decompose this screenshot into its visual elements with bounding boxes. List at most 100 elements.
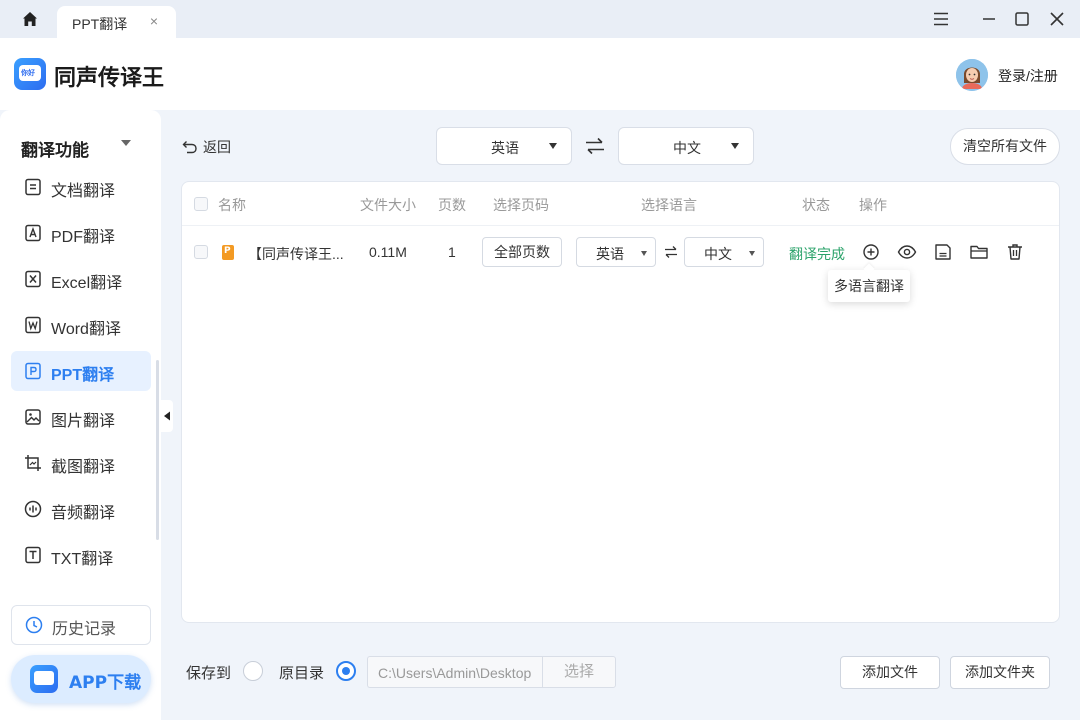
title-bar: PPT翻译 × <box>0 0 1080 38</box>
sidebar-item-ppt[interactable]: PPT翻译 <box>11 351 151 391</box>
source-language-select[interactable]: 英语 <box>436 127 572 165</box>
target-language-select[interactable]: 中文 <box>618 127 754 165</box>
eye-icon[interactable] <box>897 242 917 262</box>
sidebar-item-pdf[interactable]: PDF翻译 <box>11 213 151 253</box>
app-title: 同声传译王 <box>54 66 165 91</box>
sidebar-item-image[interactable]: 图片翻译 <box>11 397 151 437</box>
multi-language-tooltip: 多语言翻译 <box>828 270 910 302</box>
close-icon <box>1050 12 1064 26</box>
table-header: 名称 文件大小 页数 选择页码 选择语言 状态 操作 <box>182 182 1059 226</box>
select-all-checkbox[interactable] <box>194 197 208 211</box>
app-download-label: APP下载 <box>69 673 142 693</box>
user-avatar-icon <box>956 59 988 91</box>
word-icon <box>25 316 41 334</box>
save-custom-radio[interactable] <box>243 661 263 681</box>
sidebar-item-label: 截图翻译 <box>51 459 116 476</box>
save-to-label: 保存到 <box>186 665 232 682</box>
minimize-icon <box>983 18 995 20</box>
sidebar-item-label: 图片翻译 <box>51 413 116 430</box>
all-pages-button[interactable]: 全部页数 <box>482 237 562 267</box>
minimize-button[interactable] <box>978 9 1000 29</box>
row-target-language-select[interactable]: 中文 <box>684 237 764 267</box>
table-row: P 【同声传译王... 0.11M 1 全部页数 英语 中文 翻译完成 <box>182 227 1059 277</box>
menu-icon <box>934 12 948 26</box>
sidebar-item-screenshot[interactable]: 截图翻译 <box>11 443 151 483</box>
dropdown-caret-icon <box>749 251 755 256</box>
sidebar-item-txt[interactable]: TXT翻译 <box>11 535 151 575</box>
sidebar-item-audio[interactable]: 音频翻译 <box>11 489 151 529</box>
save-path-value: C:\Users\Admin\Desktop <box>378 665 532 681</box>
col-pages: 页数 <box>438 197 466 213</box>
row-checkbox[interactable] <box>194 245 208 259</box>
clear-all-files-button[interactable]: 清空所有文件 <box>950 128 1060 165</box>
excel-icon <box>25 270 41 288</box>
save-file-icon[interactable] <box>933 242 953 262</box>
audio-icon <box>24 500 42 518</box>
back-label: 返回 <box>203 139 231 155</box>
file-name[interactable]: 【同声传译王... <box>248 244 344 264</box>
sidebar-item-label: PPT翻译 <box>51 367 115 384</box>
tab-close-icon[interactable]: × <box>147 13 161 29</box>
app-download-button[interactable]: APP下载 <box>11 655 151 703</box>
avatar[interactable] <box>956 59 988 91</box>
col-language-select: 选择语言 <box>641 197 697 213</box>
dropdown-caret-icon <box>641 251 647 256</box>
tab-label: PPT翻译 <box>72 16 128 32</box>
sidebar-item-document[interactable]: 文档翻译 <box>11 167 151 207</box>
history-button[interactable]: 历史记录 <box>11 605 151 645</box>
close-window-button[interactable] <box>1046 9 1068 29</box>
status-badge: 翻译完成 <box>789 246 845 262</box>
ppt-file-icon: P <box>222 245 234 260</box>
save-path-input[interactable]: C:\Users\Admin\Desktop <box>367 656 542 688</box>
row-target-language-value: 中文 <box>704 246 732 262</box>
undo-arrow-icon <box>182 141 197 154</box>
plus-circle-icon[interactable] <box>861 242 881 262</box>
tab-ppt-translate[interactable]: PPT翻译 × <box>57 6 176 38</box>
sidebar-collapse-button[interactable] <box>161 400 173 432</box>
row-source-language-value: 英语 <box>596 246 624 262</box>
sidebar-item-word[interactable]: Word翻译 <box>11 305 151 345</box>
sidebar: 翻译功能 文档翻译 PDF翻译 Excel翻译 Word翻译 PPT翻译 图片翻… <box>0 110 161 720</box>
screenshot-icon <box>25 455 41 471</box>
col-size: 文件大小 <box>360 197 416 213</box>
sidebar-item-label: PDF翻译 <box>51 229 116 246</box>
dropdown-caret-icon <box>549 143 557 149</box>
document-icon <box>25 178 41 196</box>
trash-icon[interactable] <box>1005 242 1025 262</box>
col-name: 名称 <box>218 197 246 213</box>
maximize-button[interactable] <box>1011 9 1033 29</box>
image-icon <box>25 409 41 425</box>
save-original-dir-radio[interactable] <box>336 661 356 681</box>
sidebar-item-label: 音频翻译 <box>51 505 116 522</box>
swap-icon[interactable] <box>585 137 605 155</box>
pdf-icon <box>25 224 41 242</box>
swap-icon[interactable] <box>664 245 678 259</box>
home-button[interactable] <box>18 8 42 30</box>
back-button[interactable]: 返回 <box>182 137 231 157</box>
col-operations: 操作 <box>859 197 887 213</box>
sidebar-heading: 翻译功能 <box>21 141 89 161</box>
login-register-link[interactable]: 登录/注册 <box>998 66 1058 86</box>
sidebar-item-label: 文档翻译 <box>51 183 116 200</box>
add-folder-button[interactable]: 添加文件夹 <box>950 656 1050 689</box>
sidebar-item-label: TXT翻译 <box>51 551 114 568</box>
col-status: 状态 <box>802 197 830 213</box>
app-logo-icon <box>30 665 58 693</box>
choose-path-button[interactable]: 选择 <box>542 656 616 688</box>
file-table: 名称 文件大小 页数 选择页码 选择语言 状态 操作 P 【同声传译王... 0… <box>181 181 1060 623</box>
sidebar-item-excel[interactable]: Excel翻译 <box>11 259 151 299</box>
sidebar-item-label: Word翻译 <box>51 321 121 338</box>
add-file-button[interactable]: 添加文件 <box>840 656 940 689</box>
app-header: 你好 同声传译王 登录/注册 <box>0 38 1080 110</box>
sidebar-scrollbar[interactable] <box>156 360 159 540</box>
menu-button[interactable] <box>930 9 952 29</box>
chevron-left-icon <box>164 411 170 421</box>
col-page-select: 选择页码 <box>493 197 549 213</box>
page-count: 1 <box>448 244 456 260</box>
file-size: 0.11M <box>369 244 407 260</box>
row-source-language-select[interactable]: 英语 <box>576 237 656 267</box>
sidebar-item-label: Excel翻译 <box>51 275 123 292</box>
app-logo-icon: 你好 <box>14 58 46 90</box>
chevron-down-icon[interactable] <box>121 140 131 146</box>
folder-icon[interactable] <box>969 242 989 262</box>
